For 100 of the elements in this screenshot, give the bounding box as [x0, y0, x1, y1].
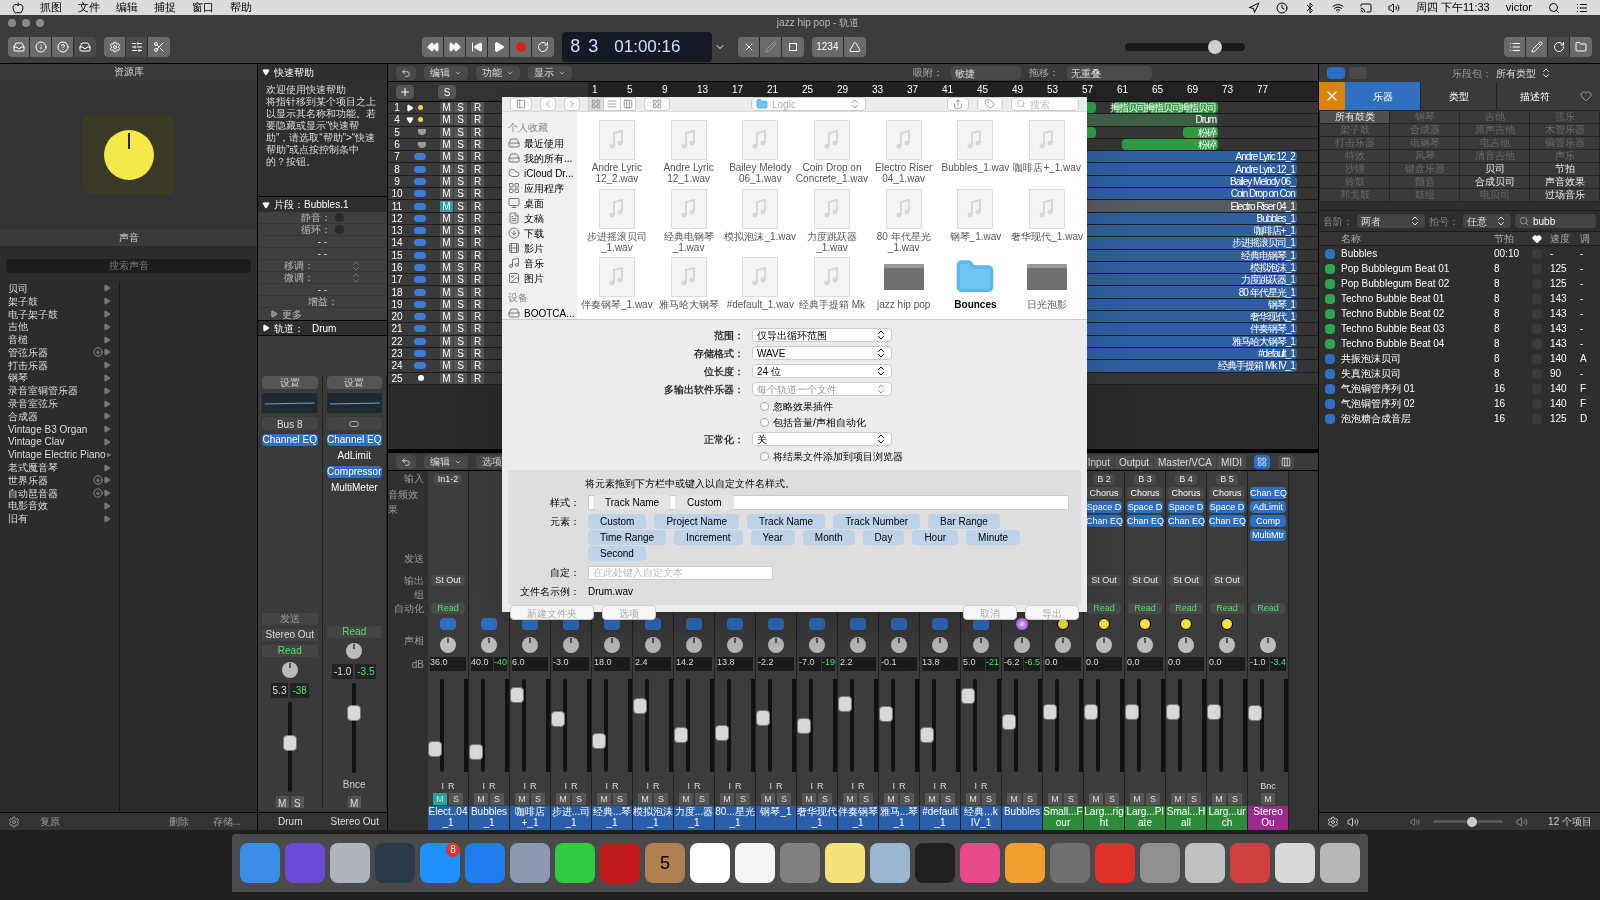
category-item[interactable]: 旧有	[0, 512, 119, 526]
output-slot[interactable]: St Out	[1210, 574, 1244, 586]
plugin-slot[interactable]: Chorus	[1127, 487, 1163, 499]
settings-button[interactable]: 设置	[326, 376, 382, 389]
record-button[interactable]: R	[471, 262, 484, 273]
category-item[interactable]: 钢琴	[0, 371, 119, 385]
record-button[interactable]: R	[471, 151, 484, 163]
record-button[interactable]: R	[735, 780, 742, 792]
search-field[interactable]: bubb	[1515, 214, 1596, 228]
record-button[interactable]: R	[471, 323, 484, 335]
sidebar-item[interactable]: 应用程序	[508, 181, 577, 195]
record-button[interactable]: R	[981, 780, 988, 792]
snap-select[interactable]: 敏捷	[951, 65, 1021, 80]
record-button[interactable]: R	[471, 348, 484, 360]
element-token[interactable]: Hour	[912, 530, 959, 545]
file-item[interactable]: 钢琴_1.wav	[939, 188, 1012, 254]
mute-button[interactable]: M	[1261, 793, 1275, 805]
select-field[interactable]: 仅导出循环范围	[752, 328, 892, 342]
solo-button[interactable]: S	[454, 360, 467, 372]
name-token[interactable]: Track Name	[593, 495, 672, 510]
mute-button[interactable]: M	[440, 311, 453, 323]
mute-button[interactable]: M	[440, 139, 453, 151]
solo-button[interactable]: S	[454, 237, 467, 249]
solo-button[interactable]: S	[454, 188, 467, 200]
input-monitor-button[interactable]: I	[892, 780, 895, 792]
mute-button[interactable]: M	[925, 793, 939, 805]
category-item[interactable]: 录音室铜管乐器	[0, 384, 119, 398]
plugin-slot[interactable]: Space D	[1127, 501, 1163, 513]
element-token[interactable]: Minute	[966, 530, 1021, 545]
automation-slot[interactable]: Read	[431, 602, 465, 614]
solo-button[interactable]: S	[572, 793, 586, 805]
output-slot[interactable]: St Out	[1087, 574, 1121, 586]
mute-button[interactable]: M	[440, 188, 453, 200]
mute-button[interactable]: M	[440, 323, 453, 335]
solo-button[interactable]: S	[654, 793, 668, 805]
element-token[interactable]: Time Range	[588, 530, 667, 545]
solo-button[interactable]: S	[695, 793, 709, 805]
element-token[interactable]: Increment	[674, 530, 743, 545]
record-button[interactable]: R	[471, 372, 484, 384]
input-monitor-button[interactable]: I	[523, 780, 526, 792]
more-label[interactable]: 更多	[282, 306, 302, 322]
solo-button[interactable]: S	[454, 372, 467, 384]
input-monitor-button[interactable]: I	[687, 780, 690, 792]
solo-button[interactable]: S	[454, 151, 467, 163]
element-token[interactable]: Custom	[588, 514, 647, 529]
category-item[interactable]: Vintage Electric Piano	[0, 448, 119, 462]
category-item[interactable]: 老式魔音琴	[0, 461, 119, 474]
solo-button[interactable]: S	[941, 793, 955, 805]
keyword-button[interactable]: 合成贝司	[1460, 176, 1529, 188]
mute-button[interactable]: M	[638, 793, 652, 805]
loop-name[interactable]: 失真泡沫贝司	[1341, 366, 1494, 381]
solo-button[interactable]: S	[818, 793, 832, 805]
plugin-slot[interactable]: Compressor	[326, 466, 382, 478]
bounce-button[interactable]: Bnc	[1260, 780, 1276, 792]
mixer-tab[interactable]: Output	[1114, 454, 1153, 469]
input-monitor-button[interactable]: I	[769, 780, 772, 792]
solo-button[interactable]: S	[454, 249, 467, 261]
menu-button[interactable]: 显示	[528, 65, 572, 80]
solo-button[interactable]: S	[454, 274, 467, 286]
mute-button[interactable]: M	[1007, 793, 1021, 805]
mute-button[interactable]: M	[440, 249, 453, 261]
loop-name[interactable]: 泡泡糖合成音层	[1341, 411, 1494, 426]
app-icon[interactable]: 8	[420, 843, 460, 883]
file-item[interactable]: 奢华现代_1.wav	[1011, 188, 1083, 254]
record-button[interactable]: R	[776, 780, 783, 792]
element-token[interactable]: Second	[588, 546, 646, 561]
output-slot[interactable]: Stereo Out	[262, 629, 318, 641]
loop-name[interactable]: Pop Bubblegum Beat 02	[1341, 276, 1494, 291]
plugin-slot[interactable]: Chorus	[1209, 487, 1245, 499]
file-item[interactable]: 雅马哈大钢琴	[652, 257, 725, 311]
solo-button[interactable]: S	[1187, 793, 1201, 805]
plugin-slot[interactable]: Channel EQ	[326, 434, 382, 446]
output-slot[interactable]: St Out	[1169, 574, 1203, 586]
mute-button[interactable]: M	[597, 793, 611, 805]
mute-button[interactable]: M	[440, 262, 453, 273]
file-item[interactable]: 力度跳跃器_1.wav	[796, 188, 868, 254]
solo-button[interactable]: S	[454, 323, 467, 335]
keyword-button[interactable]: 声音效果	[1530, 176, 1599, 188]
mute-button[interactable]: M	[440, 274, 453, 286]
search-field[interactable]: 搜索声音	[6, 258, 251, 273]
solo-button[interactable]: S	[613, 793, 627, 805]
file-item[interactable]: #default_1.wav	[724, 257, 797, 311]
menu-item[interactable]: 编辑	[116, 0, 138, 16]
browser-tab[interactable]: 类型	[1420, 82, 1496, 110]
sidebar-item[interactable]: 下载	[508, 226, 577, 240]
loop-name[interactable]: Techno Bubble Beat 03	[1341, 321, 1494, 336]
menu-button[interactable]: 编辑	[424, 454, 468, 469]
record-button[interactable]: R	[471, 311, 484, 323]
keyword-button[interactable]: 贝司	[1460, 163, 1529, 175]
loop-name[interactable]: Pop Bubblegum Beat 01	[1341, 261, 1494, 276]
solo-button[interactable]: S	[490, 793, 504, 805]
sidebar-item[interactable]: 影片	[508, 241, 577, 255]
count-in-button[interactable]: 1234	[812, 36, 844, 57]
solo-button[interactable]: S	[454, 212, 467, 224]
mute-button[interactable]: M	[1212, 793, 1226, 805]
automation-slot[interactable]: Read	[1087, 602, 1121, 614]
mute-button[interactable]: M	[1171, 793, 1185, 805]
mute-button[interactable]: M	[761, 793, 775, 805]
loop-name[interactable]: Techno Bubble Beat 01	[1341, 291, 1494, 306]
custom-text-field[interactable]: 在此处键入自定文本	[588, 565, 773, 580]
